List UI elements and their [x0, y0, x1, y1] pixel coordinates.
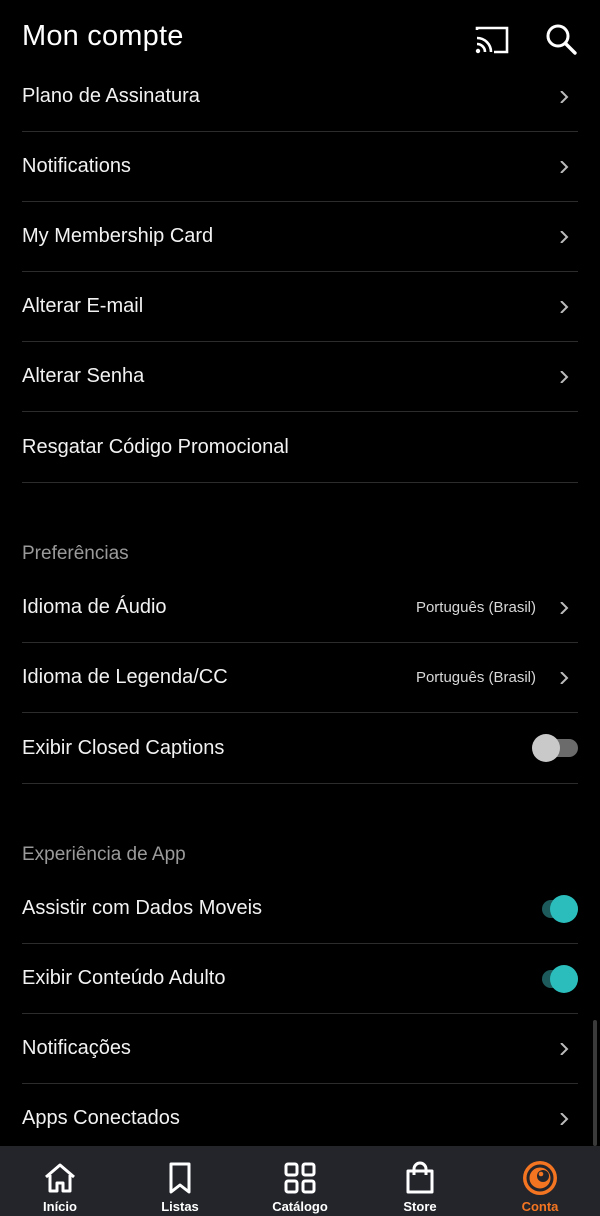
nav-label: Listas [161, 1199, 199, 1214]
cast-icon[interactable] [474, 24, 510, 56]
membership-card-item[interactable]: My Membership Card [22, 202, 578, 272]
chevron-right-icon [560, 160, 569, 173]
grid-icon [284, 1162, 316, 1194]
nav-item-lists[interactable]: Listas [120, 1146, 240, 1216]
toggle-knob [550, 894, 578, 923]
nav-label: Conta [521, 1199, 559, 1214]
connected-apps-item[interactable]: Apps Conectados [22, 1084, 578, 1154]
nav-item-home[interactable]: Início [0, 1146, 120, 1216]
mobile-data-toggle[interactable] [532, 894, 578, 923]
bottom-navigation: Início Listas Catálogo Store Conta [0, 1146, 600, 1216]
change-password-item[interactable]: Alterar Senha [22, 342, 578, 412]
chevron-right-icon [560, 300, 569, 313]
app-notifications-item[interactable]: Notificações [22, 1014, 578, 1084]
mobile-data-item: Assistir com Dados Moveis [22, 874, 578, 944]
nav-item-catalog[interactable]: Catálogo [240, 1146, 360, 1216]
adult-content-toggle[interactable] [532, 964, 578, 993]
bookmark-icon [169, 1162, 191, 1194]
chevron-right-icon [560, 601, 569, 614]
closed-captions-item: Exibir Closed Captions [22, 713, 578, 784]
notifications-item[interactable]: Notifications [22, 132, 578, 202]
scrollbar[interactable] [593, 1020, 597, 1146]
nav-label: Início [43, 1199, 77, 1214]
chevron-right-icon [560, 230, 569, 243]
nav-item-store[interactable]: Store [360, 1146, 480, 1216]
item-label: Assistir com Dados Moveis [22, 897, 263, 919]
section-heading-text: Experiência de App [22, 844, 186, 865]
item-label: Notifications [22, 155, 131, 177]
change-email-item[interactable]: Alterar E-mail [22, 272, 578, 342]
preferences-section-heading: Preferências [22, 483, 578, 573]
item-value: Português (Brasil) [415, 669, 536, 686]
shopping-bag-icon [406, 1161, 434, 1194]
item-label: My Membership Card [22, 225, 214, 247]
item-label: Exibir Closed Captions [22, 736, 225, 759]
subtitle-language-item[interactable]: Idioma de Legenda/CC Português (Brasil) [22, 643, 578, 713]
nav-label: Catálogo [272, 1199, 328, 1214]
nav-item-account[interactable]: Conta [480, 1146, 600, 1216]
home-icon [45, 1163, 75, 1193]
crunchyroll-logo-icon [523, 1161, 557, 1195]
item-label: Plano de Assinatura [22, 85, 200, 107]
item-label: Alterar E-mail [22, 295, 144, 317]
item-label: Resgatar Código Promocional [22, 435, 289, 458]
item-label: Exibir Conteúdo Adulto [22, 967, 226, 989]
chevron-right-icon [560, 671, 569, 684]
chevron-right-icon [560, 370, 569, 383]
app-experience-section-heading: Experiência de App [22, 784, 578, 874]
subscription-plan-item[interactable]: Plano de Assinatura [22, 62, 578, 132]
item-label: Apps Conectados [22, 1107, 180, 1129]
item-label: Notificações [22, 1037, 131, 1059]
item-value: Português (Brasil) [415, 599, 536, 616]
search-icon[interactable] [544, 22, 578, 56]
chevron-right-icon [560, 1112, 569, 1125]
item-label: Idioma de Legenda/CC [22, 666, 228, 688]
nav-label: Store [403, 1199, 437, 1214]
item-label: Idioma de Áudio [22, 596, 167, 618]
item-label: Alterar Senha [22, 365, 145, 387]
audio-language-item[interactable]: Idioma de Áudio Português (Brasil) [22, 573, 578, 643]
settings-list: Plano de Assinatura Notifications My Mem… [0, 62, 600, 1154]
chevron-right-icon [560, 90, 569, 103]
toggle-knob [550, 964, 578, 993]
closed-captions-toggle[interactable] [532, 734, 578, 762]
adult-content-item: Exibir Conteúdo Adulto [22, 944, 578, 1014]
toggle-knob [532, 734, 560, 762]
redeem-promo-code-item[interactable]: Resgatar Código Promocional [22, 412, 578, 483]
section-heading-text: Preferências [22, 543, 129, 564]
page-title: Mon compte [22, 20, 184, 52]
chevron-right-icon [560, 1042, 569, 1055]
